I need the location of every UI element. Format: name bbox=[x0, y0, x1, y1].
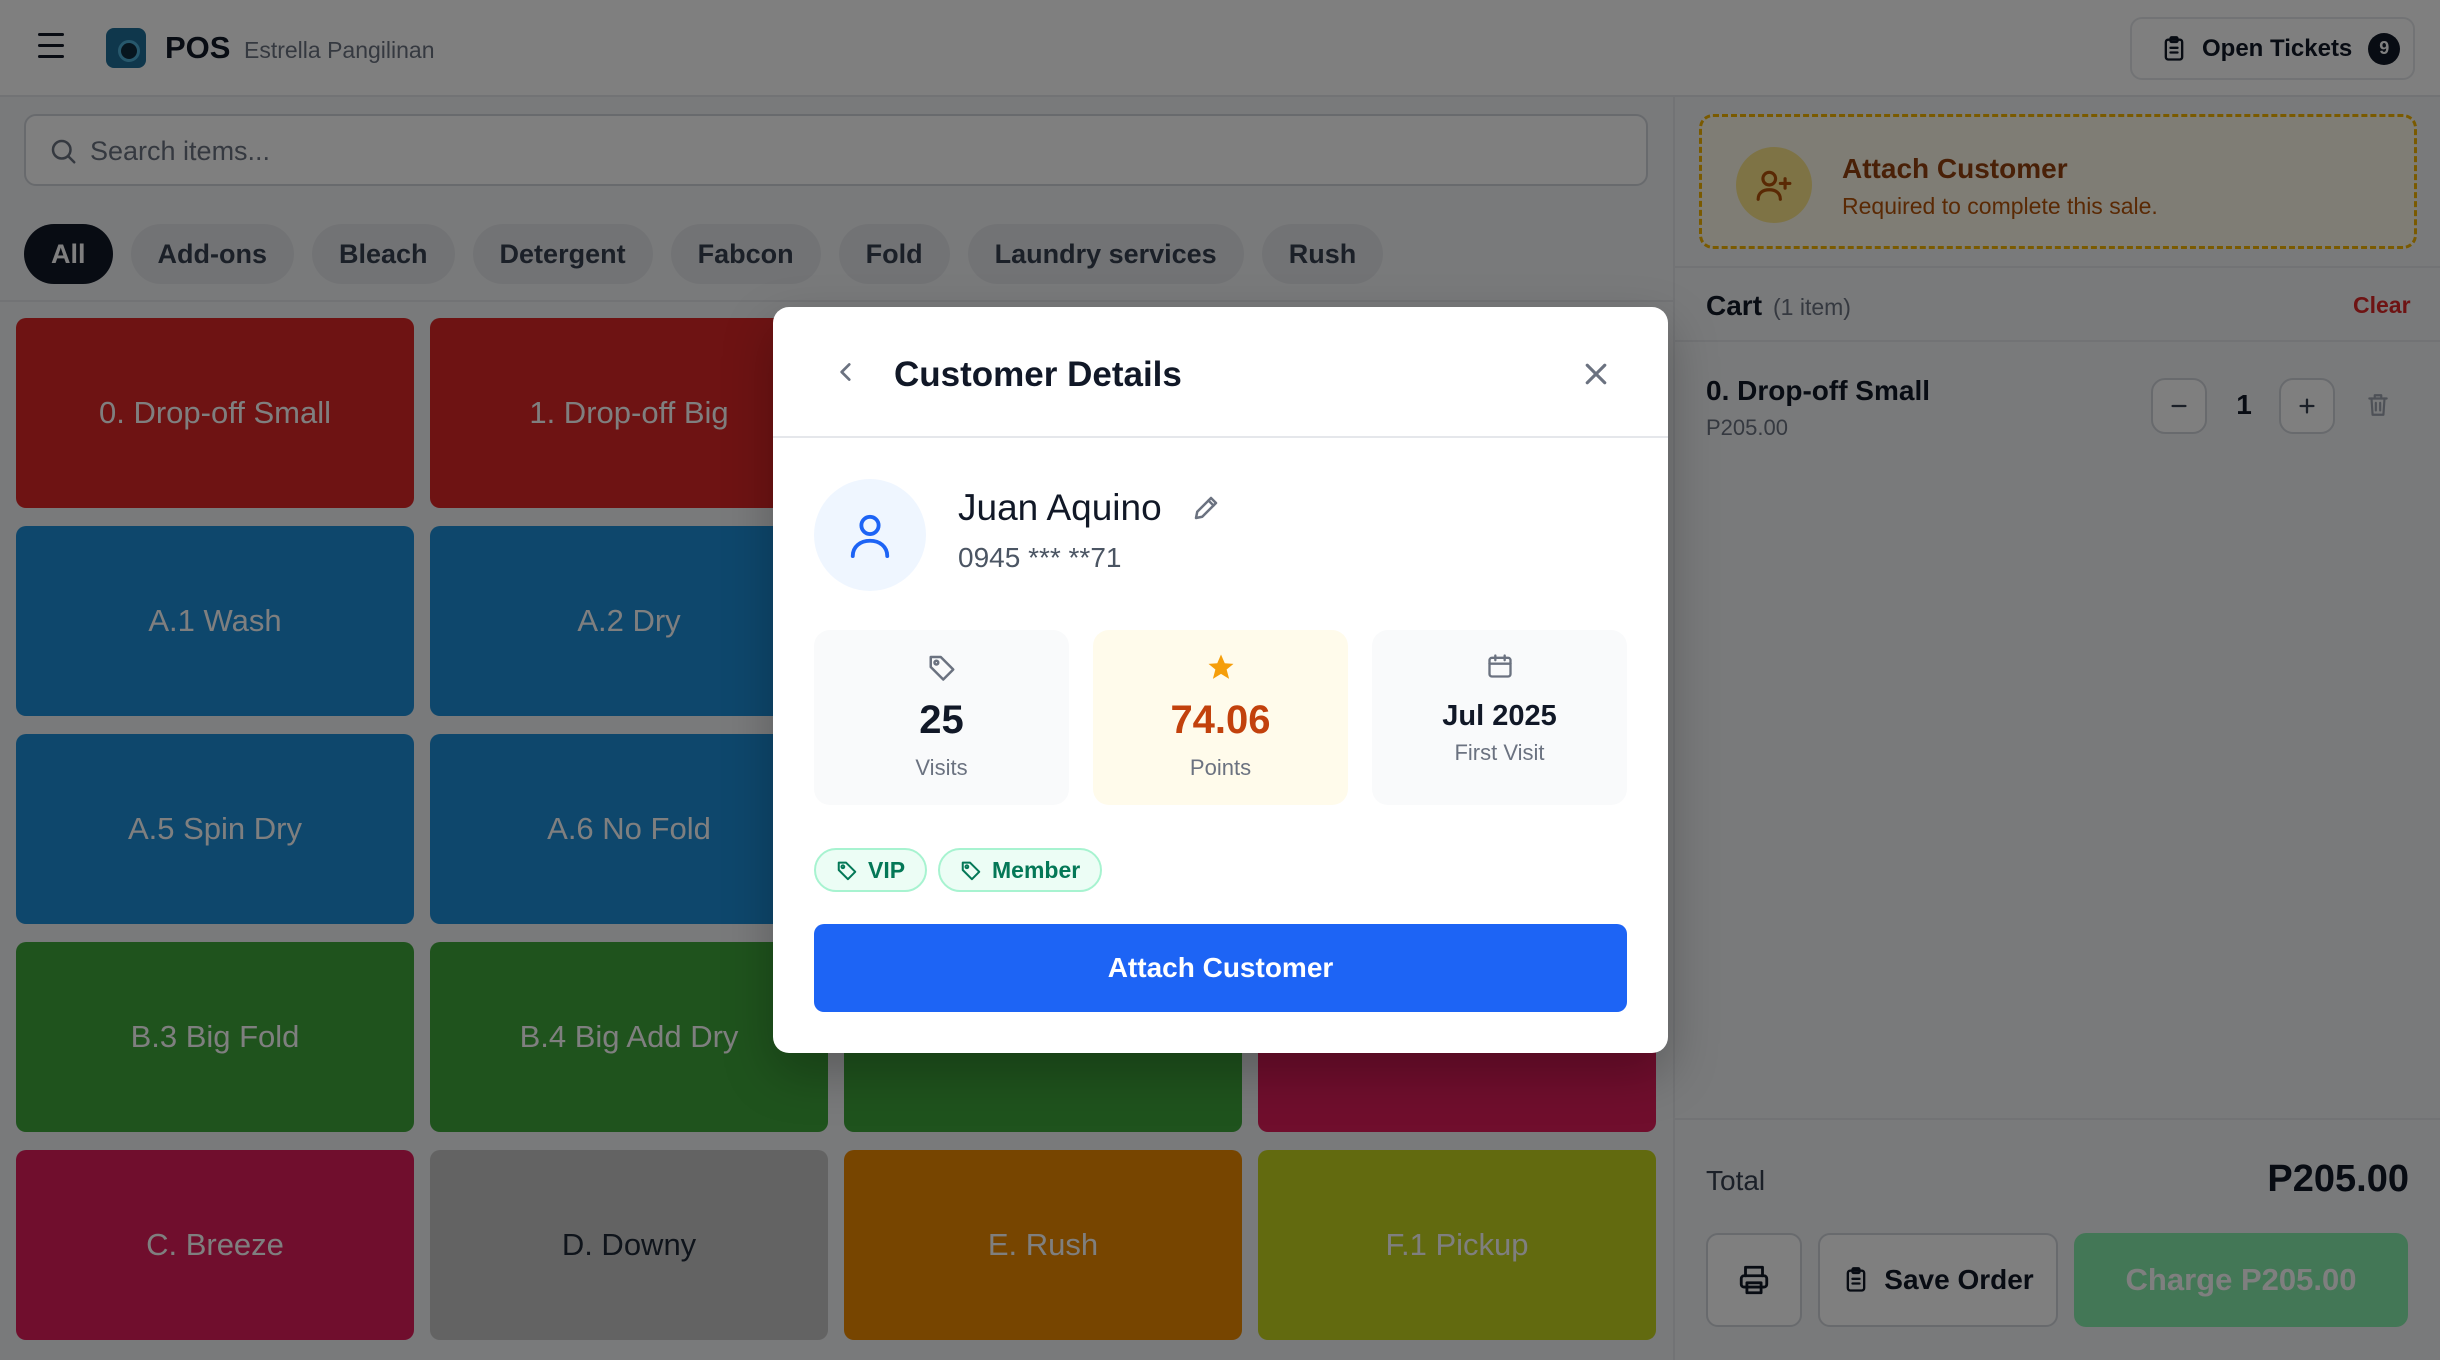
attach-customer-button[interactable]: Attach Customer bbox=[814, 924, 1627, 1012]
close-icon[interactable] bbox=[1581, 359, 1611, 389]
points-label: Points bbox=[1189, 755, 1252, 780]
first-visit-label: First Visit bbox=[1454, 740, 1545, 765]
user-icon bbox=[850, 514, 890, 558]
chevron-left-icon[interactable] bbox=[833, 359, 859, 385]
tag-label: Member bbox=[992, 856, 1081, 883]
pencil-icon[interactable] bbox=[1191, 493, 1221, 523]
calendar-icon bbox=[1487, 654, 1512, 678]
stat-card-points: 74.06 Points bbox=[1093, 630, 1348, 805]
customer-phone: 0945 *** **71 bbox=[958, 542, 1122, 573]
tag-icon bbox=[929, 655, 954, 681]
stat-card-visits: 25 Visits bbox=[814, 630, 1069, 805]
stat-card-first-visit: Jul 2025 First Visit bbox=[1372, 630, 1627, 805]
star-icon bbox=[1208, 654, 1233, 679]
customer-details-modal: Customer Details Juan Aquino 0945 *** **… bbox=[773, 307, 1668, 1053]
customer-tag-member: Member bbox=[938, 848, 1103, 892]
customer-avatar bbox=[814, 479, 926, 591]
visits-value: 25 bbox=[919, 698, 964, 742]
tag-icon bbox=[837, 861, 857, 881]
visits-label: Visits bbox=[915, 755, 968, 780]
first-visit-value: Jul 2025 bbox=[1442, 700, 1557, 732]
tag-label: VIP bbox=[868, 856, 906, 883]
modal-divider bbox=[773, 436, 1668, 438]
points-value: 74.06 bbox=[1170, 698, 1271, 742]
customer-tag-vip: VIP bbox=[814, 848, 928, 892]
modal-title: Customer Details bbox=[894, 355, 1182, 394]
customer-name: Juan Aquino bbox=[958, 487, 1162, 528]
tag-icon bbox=[961, 861, 981, 881]
